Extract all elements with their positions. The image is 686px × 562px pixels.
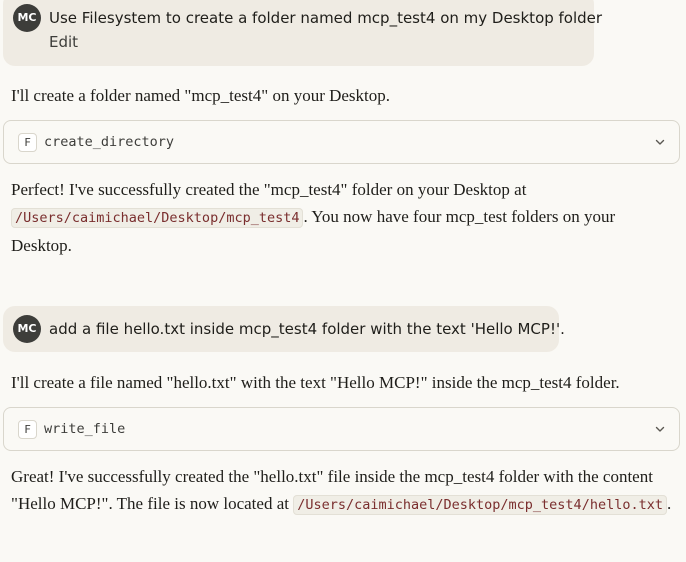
assistant-intro-text: I'll create a file named "hello.txt" wit… [11,373,620,392]
assistant-intro-text: I'll create a folder named "mcp_test4" o… [11,86,391,105]
edit-message-button[interactable]: Edit [49,30,78,54]
chevron-down-icon[interactable] [653,135,667,149]
result-text-before: Perfect! I've successfully created the "… [11,180,527,199]
user-avatar: MC [13,4,41,32]
result-text-after: . [666,494,672,513]
tool-call-write-file[interactable]: F write_file [3,407,680,451]
assistant-result-text: Great! I've successfully created the "he… [11,463,675,519]
user-message-text: add a file hello.txt inside mcp_test4 fo… [49,320,565,338]
user-message-text: Use Filesystem to create a folder named … [49,9,603,27]
tool-name: create_directory [44,134,175,150]
user-message: MC add a file hello.txt inside mcp_test4… [3,306,565,352]
user-avatar: MC [13,315,41,343]
folder-path: /Users/caimichael/Desktop/mcp_test4 [11,208,304,228]
filesystem-server-icon: F [18,420,37,439]
assistant-result-text: Perfect! I've successfully created the "… [11,176,675,259]
filesystem-server-icon: F [18,133,37,152]
user-message: MC Use Filesystem to create a folder nam… [3,0,602,66]
tool-call-create-directory[interactable]: F create_directory [3,120,680,164]
chevron-down-icon[interactable] [653,422,667,436]
file-path: /Users/caimichael/Desktop/mcp_test4/hell… [293,495,667,515]
tool-name: write_file [44,421,126,437]
